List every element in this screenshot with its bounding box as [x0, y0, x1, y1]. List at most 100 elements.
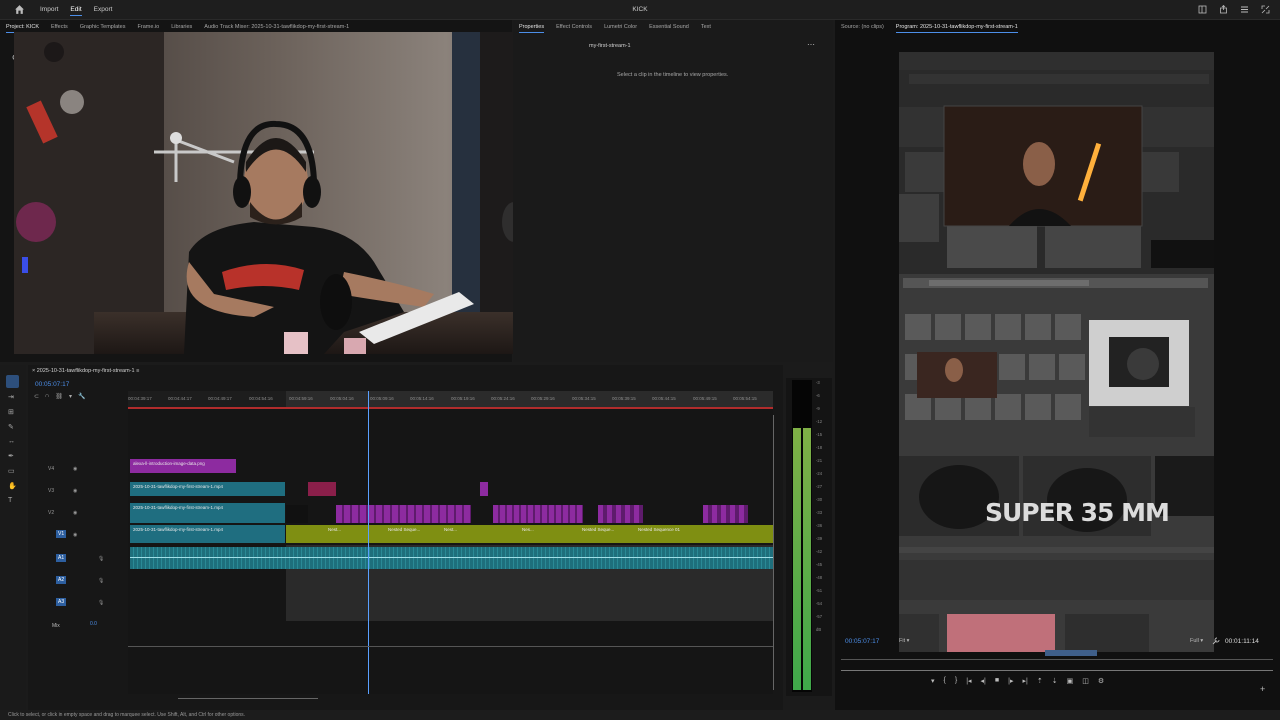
settings-icon[interactable]: ⚙ — [1098, 677, 1104, 685]
button-editor-icon[interactable]: + — [1260, 684, 1265, 694]
play-icon[interactable]: ■ — [995, 677, 999, 685]
tab-properties[interactable]: Properties — [519, 24, 544, 33]
clip-v2-group-d[interactable] — [703, 505, 748, 523]
rectangle-tool-icon[interactable]: ▭ — [8, 467, 17, 475]
menu-icon[interactable] — [1240, 5, 1249, 14]
step-forward-icon[interactable]: |▸ — [1008, 677, 1013, 685]
program-timecode[interactable]: 00:05:07:17 — [845, 638, 879, 645]
export-frame-icon[interactable]: ▣ — [1067, 677, 1074, 685]
clip-v2[interactable]: 2025-10-31-tawflikdop-my-first-stream-1.… — [130, 503, 285, 523]
track-label-v4[interactable]: V4 — [48, 466, 54, 472]
type-tool-icon[interactable]: T — [8, 497, 17, 504]
add-marker-timeline-icon[interactable]: ▾ — [69, 393, 72, 400]
goto-out-icon[interactable]: ▸| — [1022, 677, 1027, 685]
meter-right-level — [803, 428, 811, 690]
clip-a1-audio[interactable] — [130, 547, 773, 569]
clip-v2-group-b[interactable] — [493, 505, 583, 523]
eye-icon[interactable]: ◉ — [73, 510, 77, 516]
clip-v2-group-c[interactable] — [598, 505, 643, 523]
clip-v1[interactable]: 2025-10-31-tawflikdop-my-first-stream-1.… — [130, 525, 285, 543]
timeline-options: ⊂ ∩ ⛓ ▾ 🔧 — [34, 393, 85, 400]
source-video-frame — [14, 32, 590, 354]
wrench-icon[interactable] — [1212, 637, 1220, 645]
tab-lumetri-color[interactable]: Lumetri Color — [604, 24, 637, 33]
window-controls — [1198, 5, 1270, 14]
quality-dropdown[interactable]: Full ▾ — [1190, 638, 1203, 644]
tab-text[interactable]: Text — [701, 24, 711, 33]
clip-v3-c[interactable] — [480, 482, 488, 496]
track-label-v1[interactable]: V1 — [56, 530, 67, 538]
clip-v2-group-a[interactable] — [336, 505, 471, 523]
slip-tool-icon[interactable]: ↔ — [8, 438, 17, 445]
menu-export[interactable]: Export — [94, 6, 113, 16]
ruler-label: 00:05:19:16 — [451, 396, 475, 401]
timeline-timecode[interactable]: 00:05:07:17 — [35, 381, 69, 388]
clip-v1-nested-track[interactable]: Nest... Nested Seque... Nest... Nes... N… — [286, 525, 773, 543]
track-label-v3[interactable]: V3 — [48, 488, 54, 494]
microphone-icon[interactable]: 🎙 — [98, 556, 104, 562]
selection-tool-icon[interactable] — [6, 375, 19, 388]
time-ruler[interactable]: 00:04:39:17 00:04:44:17 00:04:49:17 00:0… — [128, 391, 773, 409]
eye-icon[interactable]: ◉ — [73, 488, 77, 494]
snap-icon[interactable]: ∩ — [45, 393, 49, 400]
eye-icon[interactable]: ◉ — [73, 466, 77, 472]
mark-out-icon[interactable]: } — [955, 677, 957, 685]
mix-volume[interactable]: 0.0 — [90, 621, 97, 627]
status-bar: Click to select, or click in empty space… — [0, 710, 1280, 720]
more-options-icon[interactable]: ⋯ — [807, 40, 815, 49]
clip-v3[interactable]: 2025-10-31-tawflikdop-my-first-stream-1.… — [130, 482, 285, 496]
home-icon[interactable] — [14, 4, 25, 15]
razor-tool-icon[interactable]: ✎ — [8, 423, 17, 431]
hand-tool-icon[interactable]: ✋ — [8, 482, 17, 490]
track-label-v2[interactable]: V2 — [48, 510, 54, 516]
track-select-tool-icon[interactable]: ⇥ — [8, 393, 17, 401]
extract-icon[interactable]: ⇣ — [1052, 677, 1058, 685]
sequence-tab[interactable]: × 2025-10-31-tawflikdop-my-first-stream-… — [32, 368, 139, 374]
meter-tick: -24 — [816, 471, 823, 476]
properties-panel: Properties Effect Controls Lumetri Color… — [513, 20, 833, 362]
microphone-icon[interactable]: 🎙 — [98, 578, 104, 584]
timeline-scrollbar[interactable] — [178, 698, 318, 699]
fit-dropdown[interactable]: Fit ▾ — [899, 638, 909, 644]
vertical-scrollbar[interactable] — [773, 415, 774, 690]
timeline-settings-icon[interactable]: 🔧 — [78, 393, 85, 400]
track-label-a3[interactable]: A3 — [56, 598, 67, 606]
program-playhead-range[interactable] — [1045, 650, 1097, 656]
ripple-edit-tool-icon[interactable]: ⊞ — [8, 408, 17, 416]
add-marker-icon[interactable]: ▾ — [931, 677, 935, 685]
workspaces-icon[interactable] — [1198, 5, 1207, 14]
tab-source-monitor[interactable]: Source: (no clips) — [841, 24, 884, 33]
tab-program-monitor[interactable]: Program: 2025-10-31-tawflikdop-my-first-… — [896, 24, 1018, 33]
program-overlay-text: SUPER 35 MM — [985, 498, 1170, 527]
microphone-icon[interactable]: 🎙 — [98, 600, 104, 606]
menu-import[interactable]: Import — [40, 6, 58, 16]
eye-icon[interactable]: ◉ — [73, 532, 77, 538]
track-area[interactable]: alexa-ll-introduction-image-data.png 202… — [128, 391, 773, 694]
tab-effect-controls[interactable]: Effect Controls — [556, 24, 592, 33]
close-icon[interactable]: × — [32, 368, 35, 374]
lift-icon[interactable]: ⇡ — [1037, 677, 1043, 685]
goto-in-icon[interactable]: |◂ — [966, 677, 971, 685]
sequence-menu-icon[interactable]: ≡ — [136, 368, 139, 374]
track-label-a1[interactable]: A1 — [56, 554, 67, 562]
pen-tool-icon[interactable]: ✒ — [8, 452, 17, 460]
playhead[interactable] — [368, 391, 369, 694]
clip-v4-label: alexa-ll-introduction-image-data.png — [133, 461, 205, 466]
ruler-label: 00:05:39:15 — [612, 396, 636, 401]
track-label-a2[interactable]: A2 — [56, 576, 67, 584]
step-back-icon[interactable]: ◂| — [981, 677, 986, 685]
monitor-tabs: Source: (no clips) Program: 2025-10-31-t… — [841, 24, 1018, 33]
tab-essential-sound[interactable]: Essential Sound — [649, 24, 689, 33]
quick-export-icon[interactable] — [1219, 5, 1228, 14]
nest-icon[interactable]: ⊂ — [34, 393, 39, 400]
mark-in-icon[interactable]: { — [944, 677, 946, 685]
clip-v4[interactable]: alexa-ll-introduction-image-data.png — [130, 459, 236, 473]
comparison-view-icon[interactable]: ◫ — [1082, 677, 1089, 685]
sequence-name: 2025-10-31-tawflikdop-my-first-stream-1 — [36, 368, 135, 374]
fullscreen-icon[interactable] — [1261, 5, 1270, 14]
program-zoom-scrollbar[interactable] — [841, 670, 1273, 671]
menu-edit[interactable]: Edit — [70, 6, 82, 16]
clip-v3-b[interactable] — [308, 482, 336, 496]
linked-selection-icon[interactable]: ⛓ — [55, 393, 63, 400]
mix-label: Mix — [52, 623, 60, 629]
